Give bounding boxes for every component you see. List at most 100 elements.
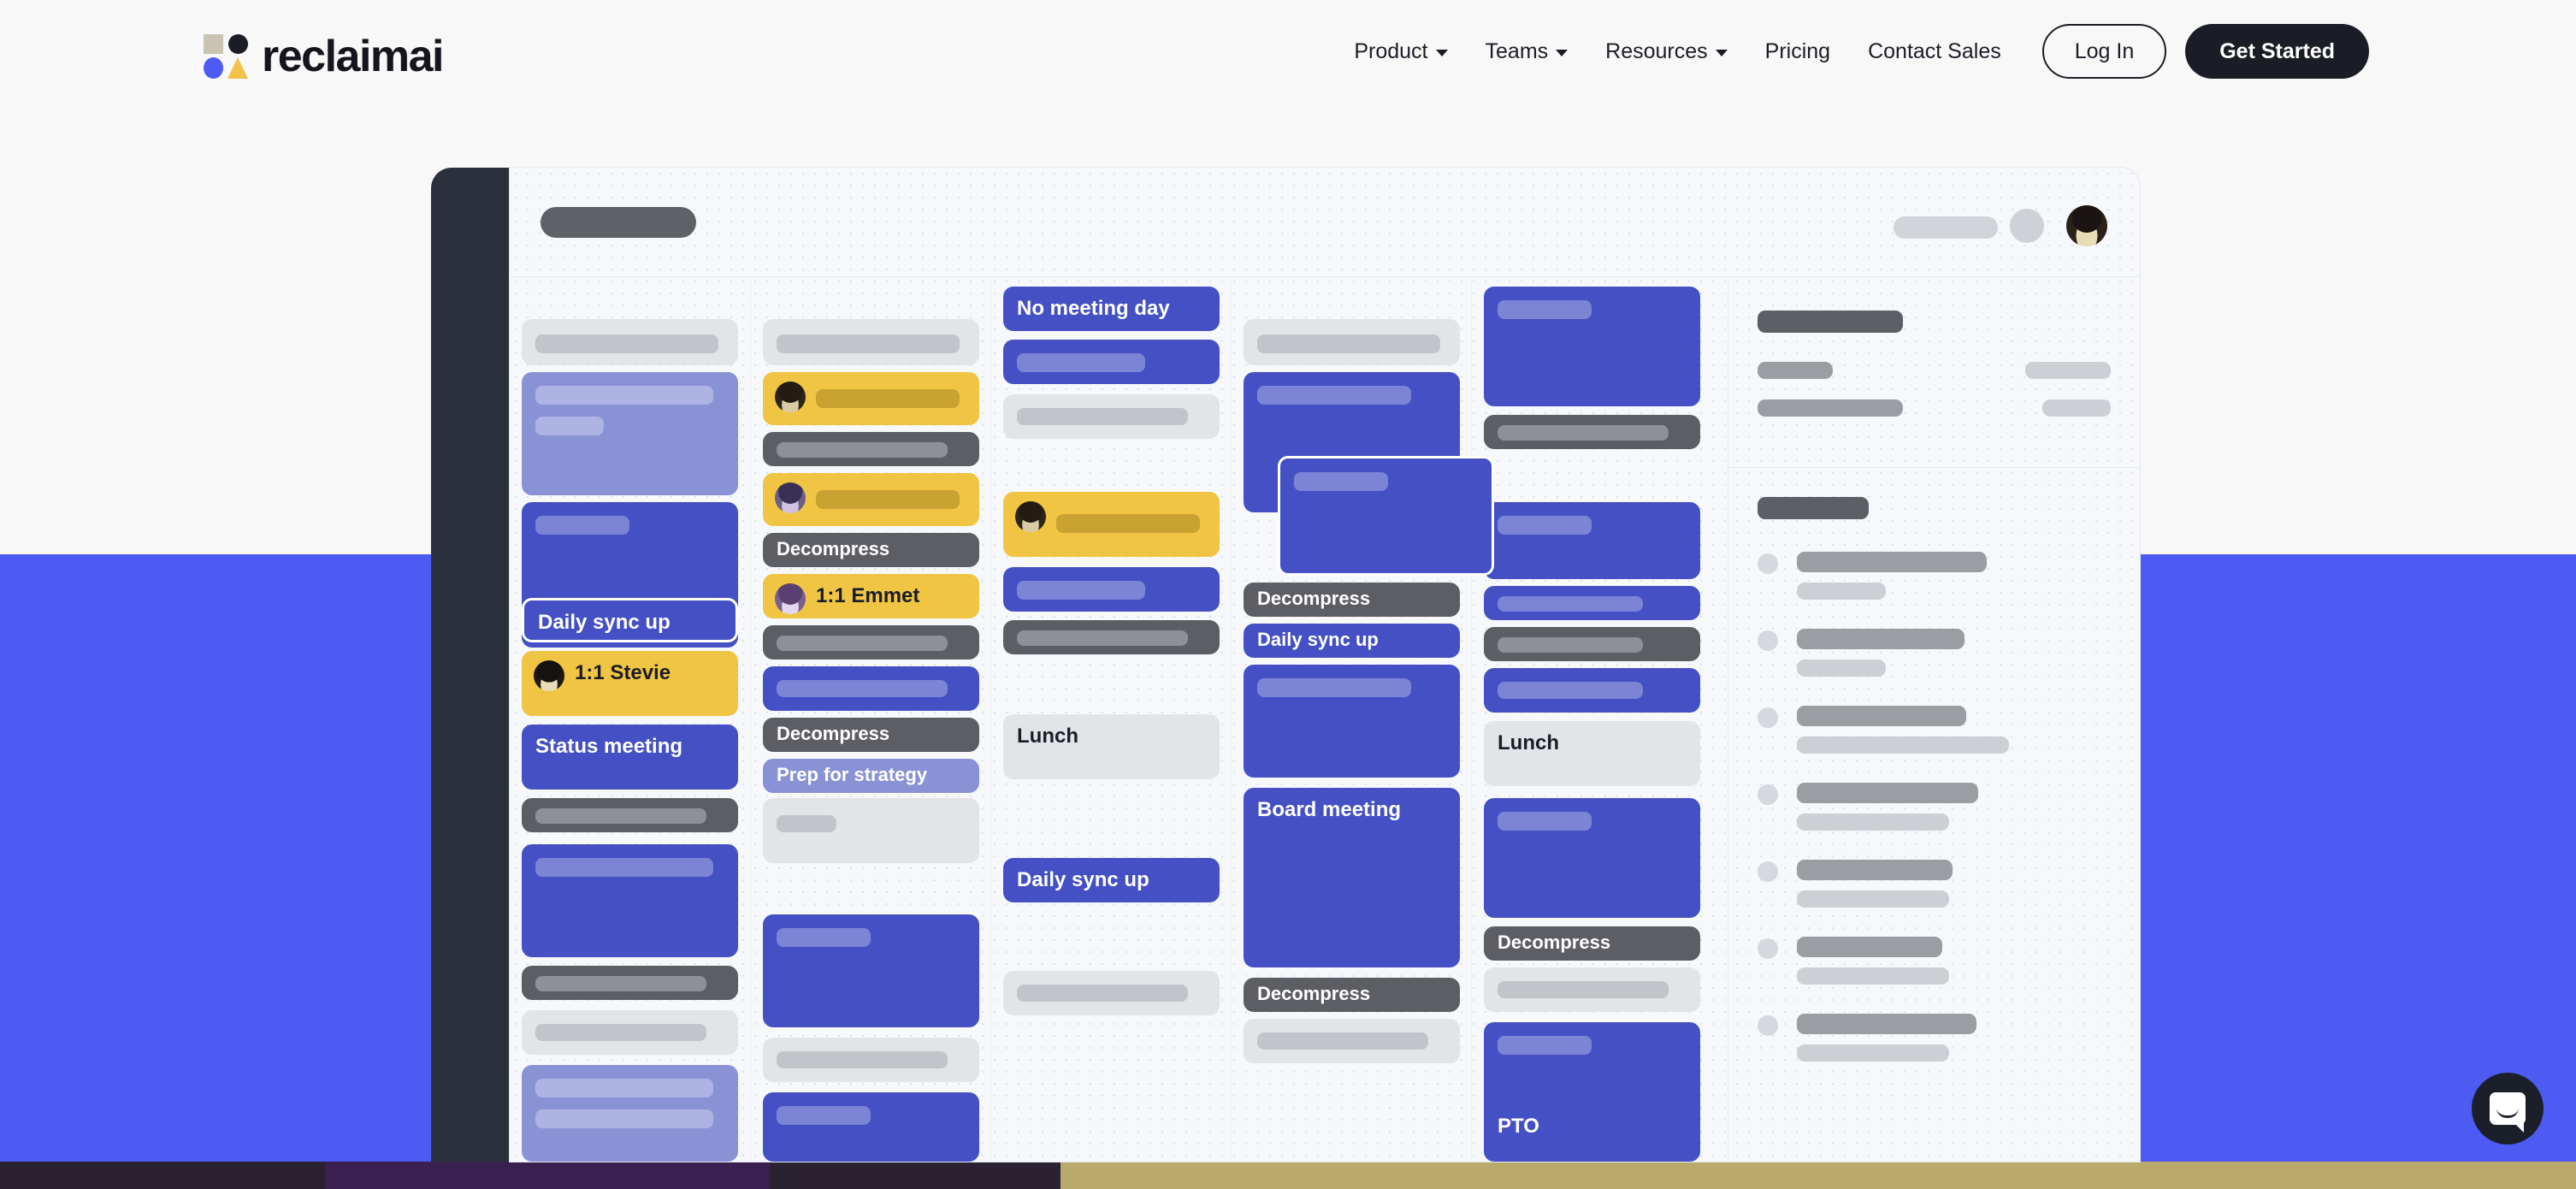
calendar-event[interactable]: No meeting day — [1003, 287, 1220, 331]
calendar-event[interactable] — [1484, 668, 1700, 713]
nav-label: Product — [1354, 38, 1428, 63]
get-started-button[interactable]: Get Started — [2185, 24, 2369, 79]
event-text-placeholder — [1017, 581, 1145, 600]
calendar-event[interactable] — [763, 666, 979, 711]
event-title: Lunch — [1017, 725, 1078, 748]
calendar-event[interactable] — [1484, 967, 1700, 1012]
calendar-event[interactable]: Decompress — [763, 718, 979, 752]
event-title: Decompress — [777, 723, 890, 744]
calendar-event[interactable]: Decompress — [763, 533, 979, 567]
app-screenshot-device: Daily sync up 1:1 Stevie Status meeting Dec… — [431, 168, 2140, 1162]
user-avatar[interactable] — [2066, 205, 2107, 246]
calendar-event[interactable] — [763, 798, 979, 863]
calendar-event[interactable] — [1278, 456, 1494, 576]
list-item-title-placeholder — [1797, 629, 1964, 649]
nav-item-teams[interactable]: Teams — [1467, 27, 1587, 75]
calendar-event[interactable] — [1003, 620, 1220, 654]
reclaim-app-window: Daily sync up 1:1 Stevie Status meeting Dec… — [510, 168, 2140, 1162]
calendar-event[interactable]: Daily sync up — [1003, 858, 1220, 902]
panel-list-section — [1728, 468, 2140, 1162]
calendar-event[interactable]: Decompress — [1244, 978, 1460, 1012]
nav-item-product[interactable]: Product — [1335, 27, 1466, 75]
calendar-event[interactable] — [522, 798, 738, 832]
list-item-sub-placeholder — [1797, 890, 1949, 908]
notification-icon[interactable] — [2010, 209, 2044, 243]
panel-title-placeholder — [1758, 311, 1903, 333]
nav-item-contact-sales[interactable]: Contact Sales — [1849, 27, 2020, 75]
calendar-event[interactable] — [1244, 665, 1460, 778]
calendar-event[interactable]: Daily sync up — [522, 598, 738, 642]
calendar-event[interactable] — [522, 1065, 738, 1162]
calendar-event[interactable]: 1:1 Emmet — [763, 574, 979, 618]
calendar-event[interactable] — [1244, 319, 1460, 365]
event-text-placeholder — [535, 1079, 713, 1097]
calendar-event[interactable]: 1:1 Stevie — [522, 651, 738, 716]
calendar-column-4: Decompress Daily sync up Board meeting Deco… — [1231, 278, 1494, 1162]
calendar-event[interactable] — [763, 1092, 979, 1162]
calendar-event[interactable] — [1003, 567, 1220, 612]
app-topbar-pill[interactable] — [1894, 216, 1998, 239]
calendar-event[interactable] — [1484, 586, 1700, 620]
primary-nav: Product Teams Resources Pricing Contact … — [1335, 24, 2369, 79]
calendar-event[interactable] — [1484, 287, 1700, 406]
intercom-chat-widget[interactable] — [2472, 1073, 2544, 1145]
list-item-title-placeholder — [1797, 706, 1966, 726]
calendar-event[interactable]: Lunch — [1003, 714, 1220, 779]
calendar-column-3: No meeting day Lunch Daily sync up — [990, 278, 1231, 1162]
event-text-placeholder — [1257, 334, 1440, 353]
calendar-event[interactable]: PTO — [1484, 1022, 1700, 1162]
attendee-avatar — [775, 482, 806, 513]
event-text-placeholder — [1498, 596, 1643, 612]
event-text-placeholder — [535, 334, 718, 353]
calendar-event[interactable] — [1003, 971, 1220, 1015]
panel-meta-placeholder — [2042, 399, 2111, 417]
calendar-event[interactable] — [763, 372, 979, 425]
calendar-event[interactable] — [763, 914, 979, 1027]
calendar-event[interactable] — [522, 966, 738, 1000]
nav-label: Teams — [1485, 38, 1549, 63]
login-button[interactable]: Log In — [2041, 24, 2167, 79]
calendar-event[interactable] — [763, 625, 979, 660]
event-text-placeholder — [777, 1051, 948, 1068]
calendar-event[interactable] — [1244, 1019, 1460, 1063]
nav-item-resources[interactable]: Resources — [1586, 27, 1746, 75]
chevron-down-icon — [1556, 50, 1569, 56]
list-item-sub-placeholder — [1797, 660, 1886, 677]
calendar-event[interactable] — [522, 372, 738, 495]
event-title: No meeting day — [1017, 297, 1170, 320]
calendar-event[interactable] — [1003, 394, 1220, 439]
calendar-event[interactable] — [763, 1038, 979, 1082]
calendar-event[interactable]: Decompress — [1484, 926, 1700, 961]
event-text-placeholder — [1257, 1032, 1428, 1050]
calendar-event[interactable] — [522, 844, 738, 957]
calendar-event[interactable] — [1003, 492, 1220, 557]
calendar-event[interactable]: Lunch — [1484, 721, 1700, 786]
event-text-placeholder — [1257, 386, 1411, 405]
event-text-placeholder — [1017, 353, 1145, 372]
nav-item-pricing[interactable]: Pricing — [1746, 27, 1849, 75]
calendar-event[interactable] — [763, 319, 979, 365]
calendar-event[interactable]: Status meeting — [522, 725, 738, 790]
calendar-event[interactable]: Prep for strategy — [763, 759, 979, 793]
calendar-event[interactable] — [522, 319, 738, 365]
calendar-event[interactable] — [763, 473, 979, 526]
calendar-event[interactable]: Daily sync up — [1244, 624, 1460, 658]
calendar-event[interactable] — [1484, 502, 1700, 579]
calendar-event[interactable] — [1484, 798, 1700, 918]
event-text-placeholder — [535, 417, 604, 435]
calendar-event[interactable] — [1484, 415, 1700, 449]
panel-header-section — [1728, 278, 2140, 468]
calendar-event[interactable]: Board meeting — [1244, 788, 1460, 967]
brand-logo[interactable]: reclaimai — [204, 31, 445, 82]
event-title: 1:1 Emmet — [816, 584, 920, 607]
calendar-event[interactable] — [763, 432, 979, 466]
event-title: Status meeting — [535, 735, 683, 758]
calendar-event[interactable] — [1484, 627, 1700, 661]
calendar-event[interactable] — [1003, 340, 1220, 384]
calendar-event[interactable]: Decompress — [1244, 583, 1460, 617]
event-text-placeholder — [1017, 408, 1188, 425]
calendar-event[interactable] — [522, 1010, 738, 1055]
event-text-placeholder — [777, 636, 948, 651]
panel-sub-placeholder — [1758, 399, 1903, 417]
app-topbar — [510, 168, 2140, 277]
